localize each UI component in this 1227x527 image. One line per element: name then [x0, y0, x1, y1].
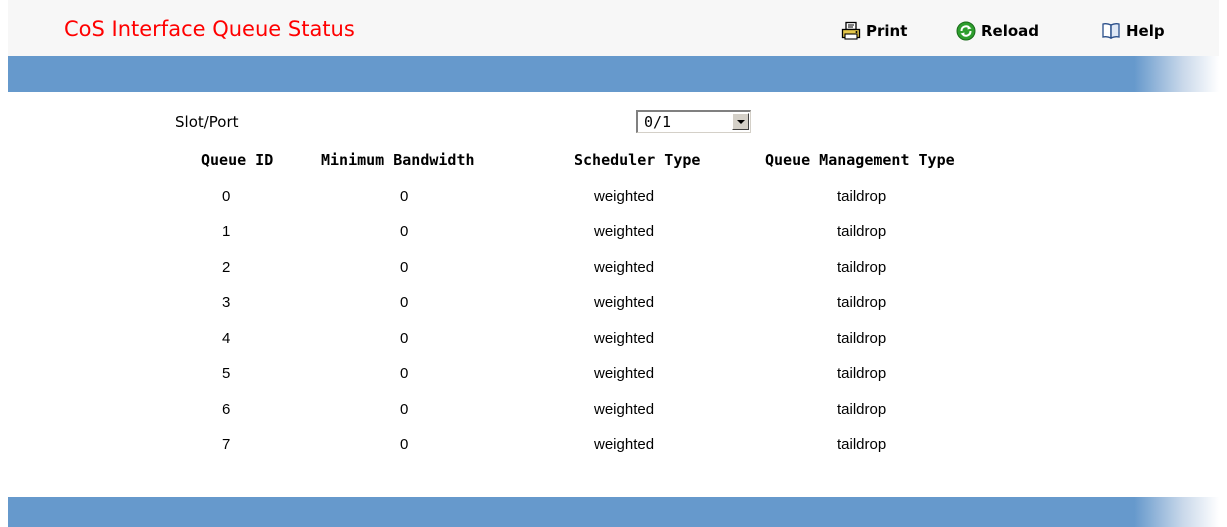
scheduler-type-cell: weighted: [594, 401, 655, 418]
reload-label: Reload: [981, 22, 1040, 40]
scheduler-type-cell: weighted: [594, 188, 655, 205]
printer-icon: [841, 21, 861, 41]
table-row: 1 0 weighted taildrop: [8, 223, 1219, 243]
minimum-bandwidth-cell: 0: [400, 436, 409, 453]
queue-id-cell: 7: [222, 436, 231, 453]
scheduler-type-cell: weighted: [594, 259, 655, 276]
queue-id-cell: 2: [222, 259, 231, 276]
queue-id-cell: 5: [222, 365, 231, 382]
table-row: 4 0 weighted taildrop: [8, 330, 1219, 350]
column-header-queue-management-type: Queue Management Type: [765, 151, 955, 169]
help-button[interactable]: Help: [1101, 20, 1165, 42]
table-row: 6 0 weighted taildrop: [8, 401, 1219, 421]
scheduler-type-cell: weighted: [594, 330, 655, 347]
queue-management-type-cell: taildrop: [837, 259, 887, 276]
table-row: 3 0 weighted taildrop: [8, 294, 1219, 314]
bottom-divider-bar: [8, 497, 1219, 527]
queue-management-type-cell: taildrop: [837, 365, 887, 382]
reload-icon: [956, 21, 976, 41]
queue-id-cell: 0: [222, 188, 231, 205]
table-row: 7 0 weighted taildrop: [8, 436, 1219, 456]
queue-id-cell: 4: [222, 330, 231, 347]
queue-management-type-cell: taildrop: [837, 294, 887, 311]
minimum-bandwidth-cell: 0: [400, 294, 409, 311]
minimum-bandwidth-cell: 0: [400, 259, 409, 276]
print-label: Print: [866, 22, 908, 40]
minimum-bandwidth-cell: 0: [400, 188, 409, 205]
table-row: 2 0 weighted taildrop: [8, 259, 1219, 279]
page-title: CoS Interface Queue Status: [64, 17, 355, 41]
scheduler-type-cell: weighted: [594, 223, 655, 240]
queue-management-type-cell: taildrop: [837, 223, 887, 240]
column-header-scheduler-type: Scheduler Type: [574, 151, 701, 169]
scheduler-type-cell: weighted: [594, 365, 655, 382]
header: CoS Interface Queue Status Print Reload …: [8, 0, 1219, 56]
queue-management-type-cell: taildrop: [837, 330, 887, 347]
scheduler-type-cell: weighted: [594, 294, 655, 311]
reload-button[interactable]: Reload: [956, 20, 1039, 42]
print-button[interactable]: Print: [841, 20, 907, 42]
queue-id-cell: 6: [222, 401, 231, 418]
minimum-bandwidth-cell: 0: [400, 223, 409, 240]
minimum-bandwidth-cell: 0: [400, 365, 409, 382]
table-row: 5 0 weighted taildrop: [8, 365, 1219, 385]
queue-id-cell: 1: [222, 223, 231, 240]
main-content: Slot/Port 0/1 Queue ID Minimum Bandwidth…: [8, 92, 1219, 497]
minimum-bandwidth-cell: 0: [400, 401, 409, 418]
slot-port-value: 0/1: [644, 113, 672, 131]
queue-management-type-cell: taildrop: [837, 401, 887, 418]
column-header-minimum-bandwidth: Minimum Bandwidth: [321, 151, 475, 169]
column-header-queue-id: Queue ID: [201, 151, 274, 169]
help-label: Help: [1126, 22, 1165, 40]
scheduler-type-cell: weighted: [594, 436, 655, 453]
queue-id-cell: 3: [222, 294, 231, 311]
queue-management-type-cell: taildrop: [837, 436, 887, 453]
slot-port-select[interactable]: 0/1: [636, 110, 751, 133]
chevron-down-icon[interactable]: [732, 113, 749, 130]
slot-port-label: Slot/Port: [175, 113, 239, 131]
minimum-bandwidth-cell: 0: [400, 330, 409, 347]
book-icon: [1101, 21, 1121, 41]
page: CoS Interface Queue Status Print Reload …: [8, 0, 1219, 527]
top-divider-bar: [8, 56, 1219, 92]
queue-management-type-cell: taildrop: [837, 188, 887, 205]
table-row: 0 0 weighted taildrop: [8, 188, 1219, 208]
